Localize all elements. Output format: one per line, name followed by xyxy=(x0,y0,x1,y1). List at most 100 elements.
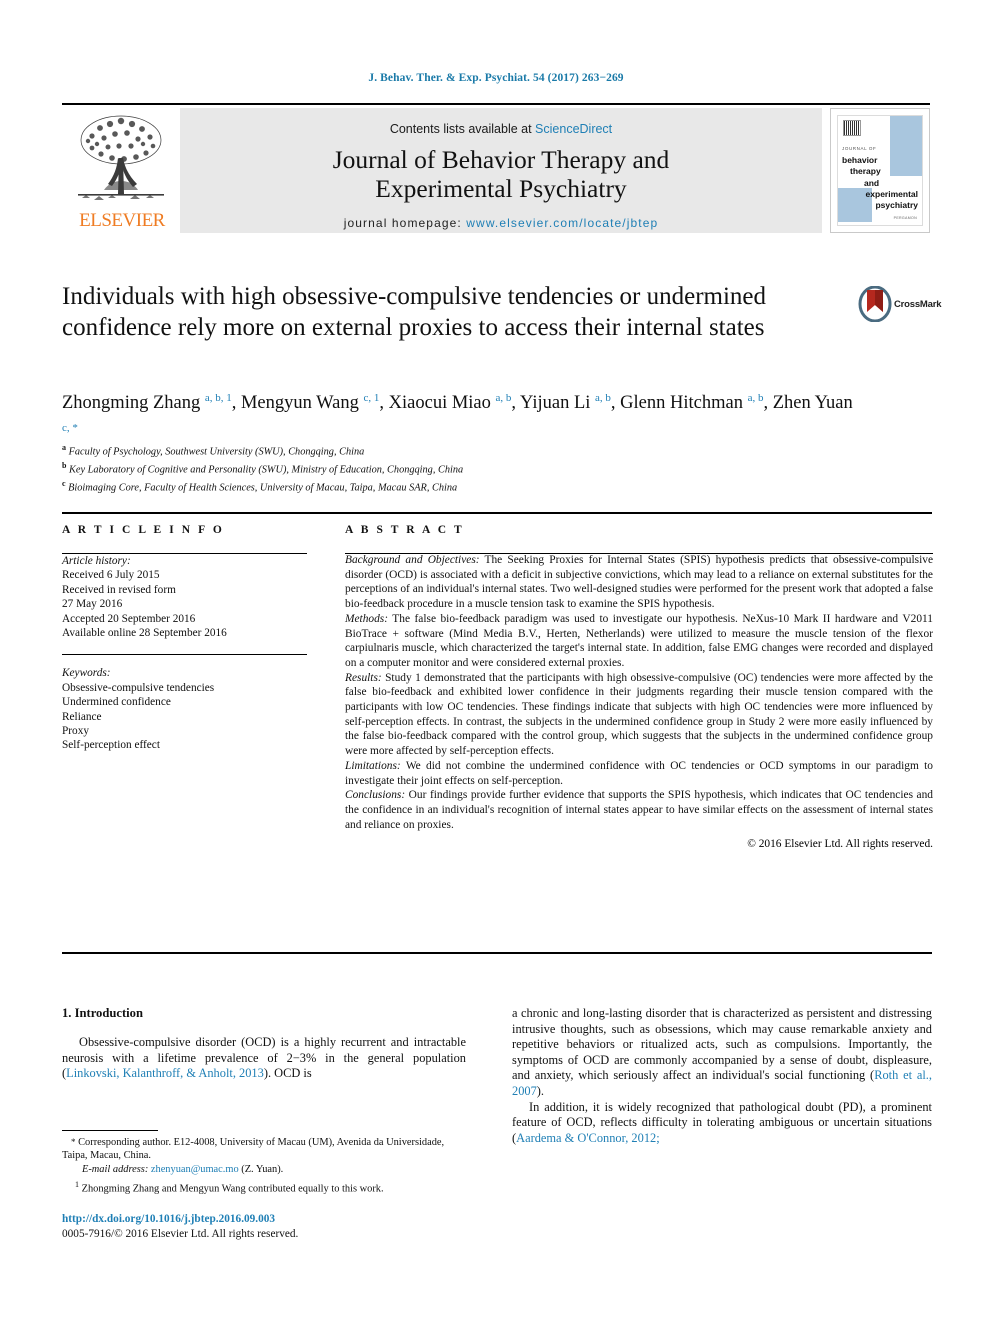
affiliation-list: a Faculty of Psychology, Southwest Unive… xyxy=(62,441,862,494)
footnote-email: E-mail address: zhenyuan@umac.mo (Z. Yua… xyxy=(62,1163,472,1176)
author-affiliation-marks: a, b xyxy=(595,392,611,404)
abstract-body: Background and Objectives: The Seeking P… xyxy=(345,553,933,832)
author-separator: , xyxy=(379,393,389,414)
footnote-email-suffix: (Z. Yuan). xyxy=(238,1164,284,1176)
author-affiliation-marks: a, b xyxy=(495,392,512,404)
abstract-paragraph-text: Study 1 demonstrated that the participan… xyxy=(345,671,933,758)
crossmark-label: CrossMark xyxy=(894,299,942,310)
journal-title-line2: Experimental Psychiatry xyxy=(375,174,627,203)
footnote-equal-contribution: 1 Zhongming Zhang and Mengyun Wang contr… xyxy=(62,1178,472,1196)
footer-block: http://dx.doi.org/10.1016/j.jbtep.2016.0… xyxy=(62,1212,482,1241)
journal-cover-thumbnail[interactable]: JOURNAL OF behavior therapy and experime… xyxy=(830,108,930,233)
homepage-line: journal homepage: www.elsevier.com/locat… xyxy=(180,216,822,230)
page-title: Individuals with high obsessive-compulsi… xyxy=(62,283,767,341)
abstract-paragraph-label: Methods: xyxy=(345,612,389,625)
affiliation-item: c Bioimaging Core, Faculty of Health Sci… xyxy=(62,477,862,495)
abstract-paragraph-text: Our findings provide further evidence th… xyxy=(345,789,933,831)
affiliation-text: Faculty of Psychology, Southwest Univers… xyxy=(66,446,365,458)
doi-link[interactable]: http://dx.doi.org/10.1016/j.jbtep.2016.0… xyxy=(62,1212,482,1226)
elsevier-wordmark: ELSEVIER xyxy=(79,210,165,231)
abstract-paragraph-text: We did not combine the undermined confid… xyxy=(345,759,933,787)
article-history-item: Received 6 July 2015 xyxy=(62,569,160,582)
footnote-equal-text: Zhongming Zhang and Mengyun Wang contrib… xyxy=(81,1183,384,1195)
asterisk-icon: * xyxy=(71,1137,76,1147)
abstract-paragraph: Background and Objectives: The Seeking P… xyxy=(345,553,933,612)
divider-above-article-info xyxy=(62,512,932,514)
keyword-item: Reliance xyxy=(62,710,102,723)
cover-line5: psychiatry xyxy=(875,200,918,210)
abstract-paragraph-label: Results: xyxy=(345,671,382,684)
author-affiliation-marks: c, * xyxy=(62,422,78,435)
sciencedirect-link[interactable]: ScienceDirect xyxy=(535,122,612,136)
author-affiliation-marks: c, 1 xyxy=(363,392,380,404)
intro-left-column: 1. Introduction Obsessive-compulsive dis… xyxy=(62,1006,466,1082)
abstract-paragraph-label: Conclusions: xyxy=(345,789,406,802)
cover-line1: behavior xyxy=(842,155,878,165)
section-heading-introduction: 1. Introduction xyxy=(62,1006,143,1020)
cover-barcode-icon xyxy=(843,120,861,136)
intro-paragraph-right-1: a chronic and long-lasting disorder that… xyxy=(512,1006,932,1100)
affiliation-item: b Key Laboratory of Cognitive and Person… xyxy=(62,459,862,477)
affiliation-text: Key Laboratory of Cognitive and Personal… xyxy=(66,464,464,476)
article-history-item: 27 May 2016 xyxy=(62,598,123,611)
citation-linkovski[interactable]: Linkovski, Kalanthroff, & Anholt, 2013 xyxy=(66,1066,264,1080)
crossmark-badge[interactable]: CrossMark xyxy=(858,285,942,326)
author-name: Zhongming Zhang xyxy=(62,393,205,414)
affiliation-text: Bioimaging Core, Faculty of Health Scien… xyxy=(65,482,458,494)
author-name: Zhen Yuan xyxy=(772,393,853,414)
abstract-copyright: © 2016 Elsevier Ltd. All rights reserved… xyxy=(747,838,933,851)
author-name: Mengyun Wang xyxy=(240,393,364,414)
cover-line3: and xyxy=(864,178,880,188)
article-history-items: Received 6 July 2015 Received in revised … xyxy=(62,568,307,640)
affiliation-item: a Faculty of Psychology, Southwest Unive… xyxy=(62,441,862,459)
keyword-item: Proxy xyxy=(62,725,89,738)
footnote-marker-1: 1 xyxy=(75,1179,79,1189)
cover-line2: therapy xyxy=(850,166,881,176)
abstract-heading: A B S T R A C T xyxy=(345,524,465,536)
journal-title-line1: Journal of Behavior Therapy and xyxy=(332,145,670,174)
author-separator: , xyxy=(610,393,621,414)
abstract-paragraph-label: Limitations: xyxy=(345,759,401,772)
email-link[interactable]: zhenyuan@umac.mo xyxy=(151,1164,239,1175)
author-separator: , xyxy=(763,393,773,414)
journal-masthead: ELSEVIER Contents lists available at Sci… xyxy=(62,103,930,233)
author-affiliation-marks: a, b, 1 xyxy=(204,392,232,404)
author-separator: , xyxy=(231,393,241,414)
intro-right-column: a chronic and long-lasting disorder that… xyxy=(512,1006,932,1146)
contents-prefix: Contents lists available at xyxy=(389,122,536,136)
intro-right-text-a: a chronic and long-lasting disorder that… xyxy=(512,1006,932,1083)
journal-homepage-link[interactable]: www.elsevier.com/locate/jbtep xyxy=(466,216,658,230)
article-history-item: Received in revised form xyxy=(62,583,176,596)
author-list: Zhongming Zhang a, b, 1, Mengyun Wang c,… xyxy=(62,386,862,446)
article-info-heading: A R T I C L E I N F O xyxy=(62,524,225,536)
footnote-corresponding-text: Corresponding author. E12-4008, Universi… xyxy=(62,1137,445,1162)
keywords-block: Keywords: Obsessive-compulsive tendencie… xyxy=(62,666,307,752)
paper-page: J. Behav. Ther. & Exp. Psychiat. 54 (201… xyxy=(0,0,992,1323)
keywords-label: Keywords: xyxy=(62,667,111,680)
article-info-column: A R T I C L E I N F O Article history: R… xyxy=(62,524,307,753)
abstract-paragraph-text: The false bio-feedback paradigm was used… xyxy=(345,612,933,669)
keyword-item: Self-perception effect xyxy=(62,739,160,752)
issn-copyright: 0005-7916/© 2016 Elsevier Ltd. All right… xyxy=(62,1228,299,1240)
author-name: Yijuan Li xyxy=(520,393,596,414)
cover-publisher: PERGAMON xyxy=(893,216,917,221)
abstract-paragraph: Limitations: We did not combine the unde… xyxy=(345,759,933,788)
abstract-paragraph: Methods: The false bio-feedback paradigm… xyxy=(345,612,933,671)
article-history-item: Accepted 20 September 2016 xyxy=(62,612,196,625)
contents-line: Contents lists available at ScienceDirec… xyxy=(180,108,822,136)
footnote-email-label: E-mail address: xyxy=(82,1164,149,1176)
article-history-label: Article history: xyxy=(62,555,131,567)
citation-aardema[interactable]: Aardema & O'Connor, 2012; xyxy=(516,1131,660,1145)
author-name: Xiaocui Miao xyxy=(388,393,496,414)
author-name: Glenn Hitchman xyxy=(620,393,748,414)
footnote-divider xyxy=(62,1130,158,1131)
intro-paragraph-left: Obsessive-compulsive disorder (OCD) is a… xyxy=(62,1035,466,1082)
intro-paragraph-right-2: In addition, it is widely recognized tha… xyxy=(512,1100,932,1147)
abstract-paragraph: Results: Study 1 demonstrated that the p… xyxy=(345,671,933,759)
homepage-prefix: journal homepage: xyxy=(343,216,467,230)
keyword-item: Obsessive-compulsive tendencies xyxy=(62,681,215,694)
journal-title: Journal of Behavior Therapy and Experime… xyxy=(180,145,822,203)
abstract-paragraph: Conclusions: Our findings provide furthe… xyxy=(345,788,933,832)
article-history-item: Available online 28 September 2016 xyxy=(62,627,227,640)
running-head: J. Behav. Ther. & Exp. Psychiat. 54 (201… xyxy=(368,72,624,84)
